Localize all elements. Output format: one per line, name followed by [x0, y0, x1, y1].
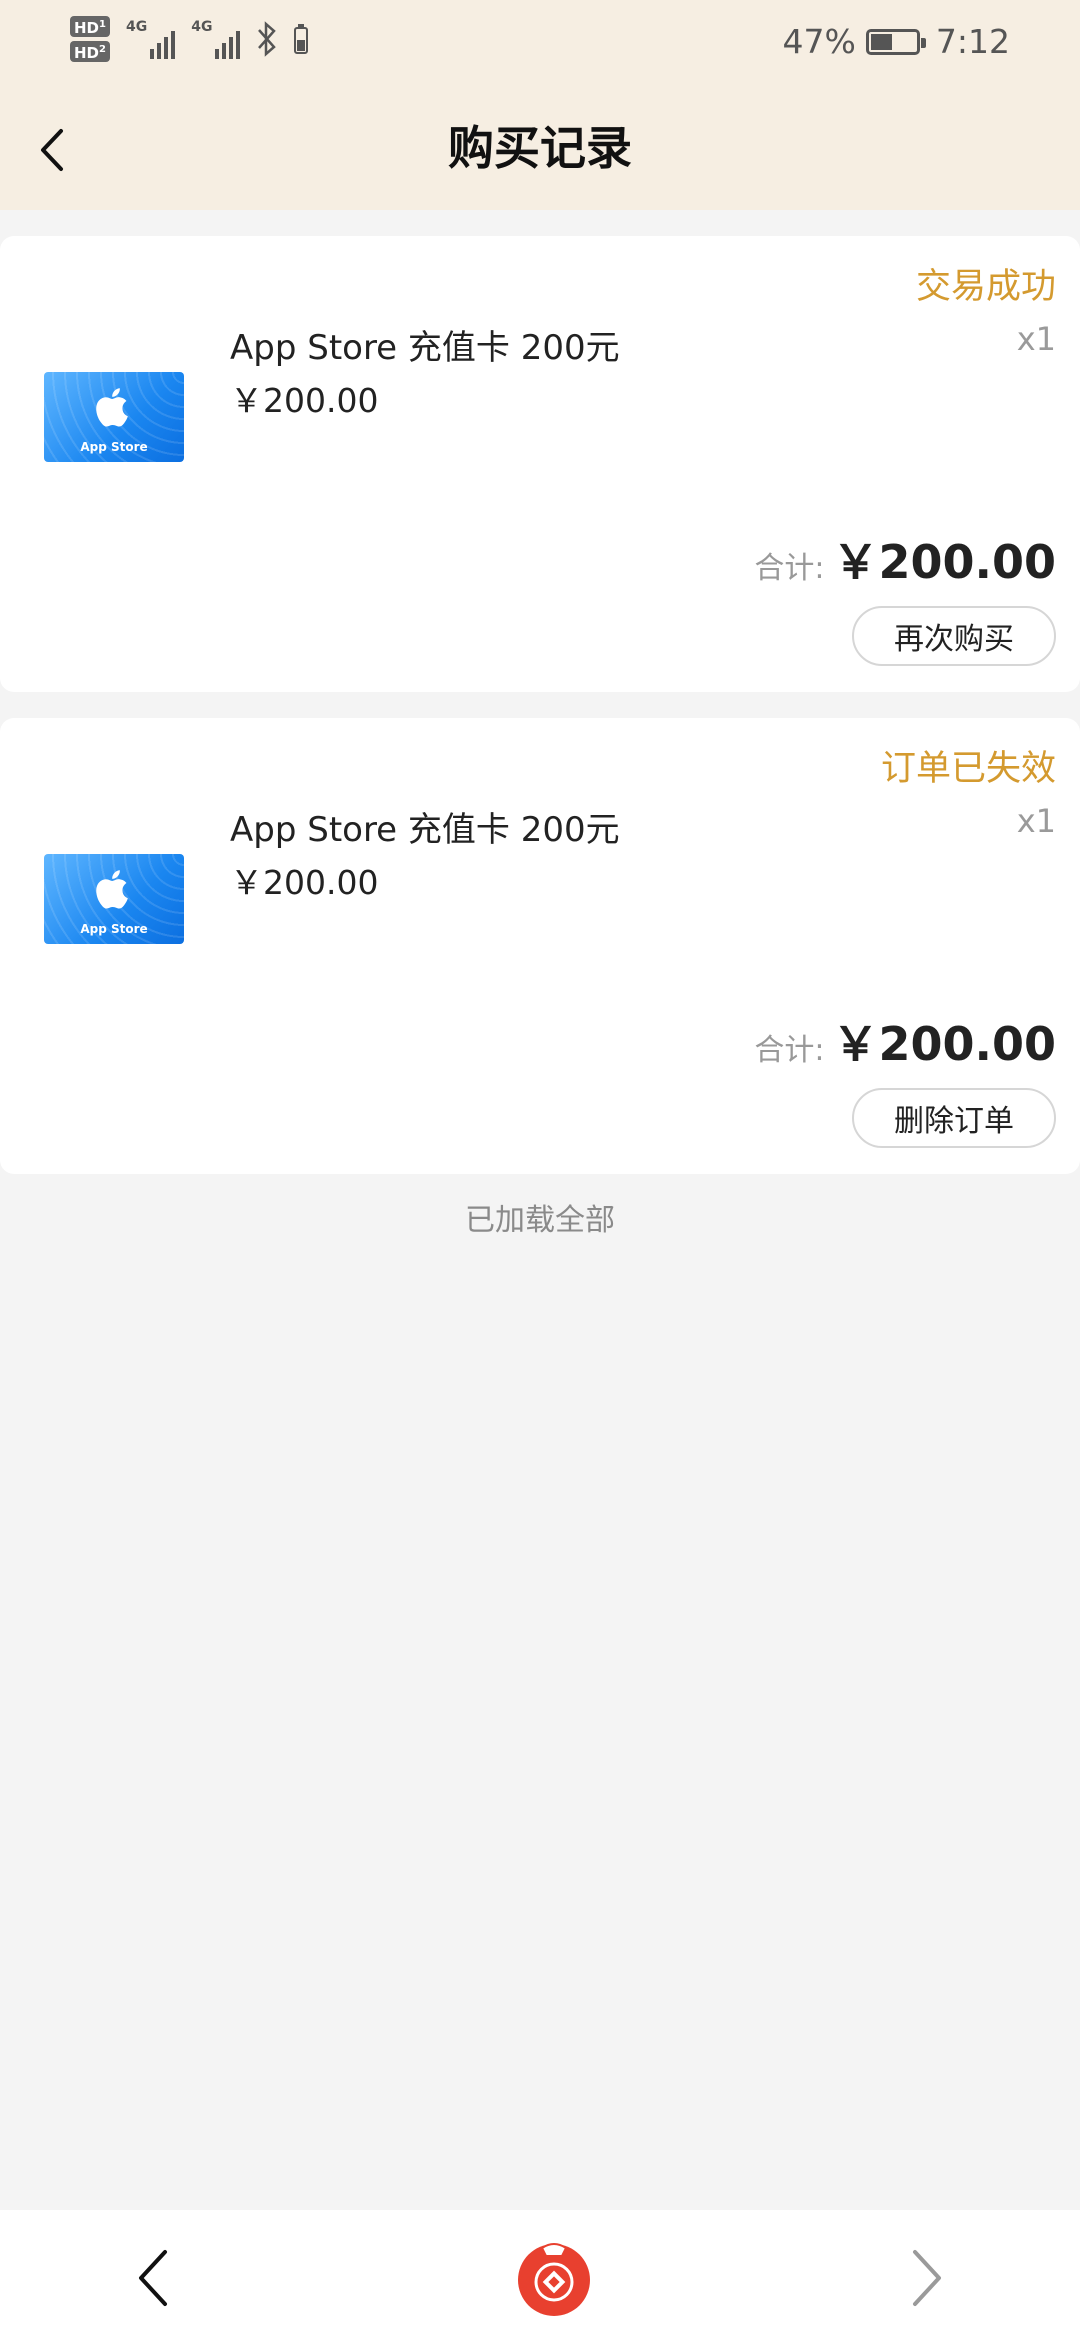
order-list: 交易成功 App Store App Store 充值卡 200元 x1 ￥20…	[0, 236, 1080, 1200]
net2-label: 4G	[191, 19, 213, 35]
delete-order-button[interactable]: 删除订单	[852, 1088, 1056, 1148]
total-amount: ￥200.00	[832, 535, 1056, 589]
back-icon	[139, 2250, 167, 2306]
order-card[interactable]: 订单已失效 App Store App Store 充值卡 200元 x1 ￥2…	[0, 718, 1080, 1174]
thumbnail-label: App Store	[80, 922, 148, 936]
product-thumbnail[interactable]: App Store	[44, 854, 184, 944]
signal-icon: 4G	[125, 19, 176, 59]
bottom-nav-bar	[0, 2210, 1080, 2340]
signal-icon-2: 4G	[191, 19, 241, 59]
total-label: 合计:	[754, 1033, 825, 1068]
buy-again-button[interactable]: 再次购买	[852, 606, 1056, 666]
product-name[interactable]: App Store 充值卡 200元	[230, 802, 620, 851]
sim1-index: 1	[99, 19, 106, 30]
nav-bar: 购买记录	[0, 90, 1080, 210]
battery-icon	[865, 28, 926, 55]
all-loaded-text: 已加载全部	[465, 1203, 615, 1238]
order-total: 合计: ￥200.00	[754, 526, 1056, 592]
header-area: HD1 HD2 4G 4G 47% 7:12 购买记录	[0, 0, 1080, 210]
status-bar: HD1 HD2 4G 4G 47% 7:12	[0, 0, 1080, 90]
net1-label: 4G	[125, 19, 148, 35]
status-bar-right: 47% 7:12	[783, 22, 1010, 61]
clock: 7:12	[935, 22, 1010, 61]
bottom-forward-button[interactable]	[892, 2238, 962, 2318]
bottom-back-button[interactable]	[118, 2238, 188, 2318]
battery-fill	[870, 33, 892, 50]
bluetooth-icon	[258, 21, 277, 57]
order-card[interactable]: 交易成功 App Store App Store 充值卡 200元 x1 ￥20…	[0, 236, 1080, 692]
page-title: 购买记录	[448, 121, 632, 175]
unit-price: ￥200.00	[230, 381, 379, 420]
battery-small-icon	[294, 24, 309, 54]
total-label: 合计:	[754, 551, 825, 586]
status-bar-left: HD1 HD2 4G 4G	[70, 16, 309, 62]
total-amount: ￥200.00	[832, 1017, 1056, 1071]
forward-icon	[913, 2250, 941, 2306]
home-lucky-bag-icon	[518, 2243, 590, 2316]
product-quantity: x1	[1016, 320, 1056, 358]
battery-percent: 47%	[782, 22, 856, 61]
sim-indicators: HD1 HD2	[70, 16, 110, 62]
sim2-index: 2	[99, 44, 106, 55]
sim1-hd-badge: HD1	[70, 16, 110, 37]
order-status: 订单已失效	[880, 749, 1056, 789]
sim1-label: HD	[74, 19, 100, 37]
home-lucky-bag-button[interactable]	[514, 2238, 594, 2318]
order-status: 交易成功	[915, 267, 1056, 307]
thumbnail-label: App Store	[80, 440, 148, 454]
order-total: 合计: ￥200.00	[754, 1008, 1056, 1074]
apple-logo-icon	[96, 388, 128, 427]
sim2-label: HD	[74, 44, 100, 62]
unit-price: ￥200.00	[230, 863, 379, 902]
product-quantity: x1	[1016, 802, 1056, 840]
product-thumbnail[interactable]: App Store	[44, 372, 184, 462]
sim2-hd-badge: HD2	[70, 41, 110, 62]
apple-logo-icon	[96, 870, 128, 909]
product-name[interactable]: App Store 充值卡 200元	[230, 320, 620, 369]
